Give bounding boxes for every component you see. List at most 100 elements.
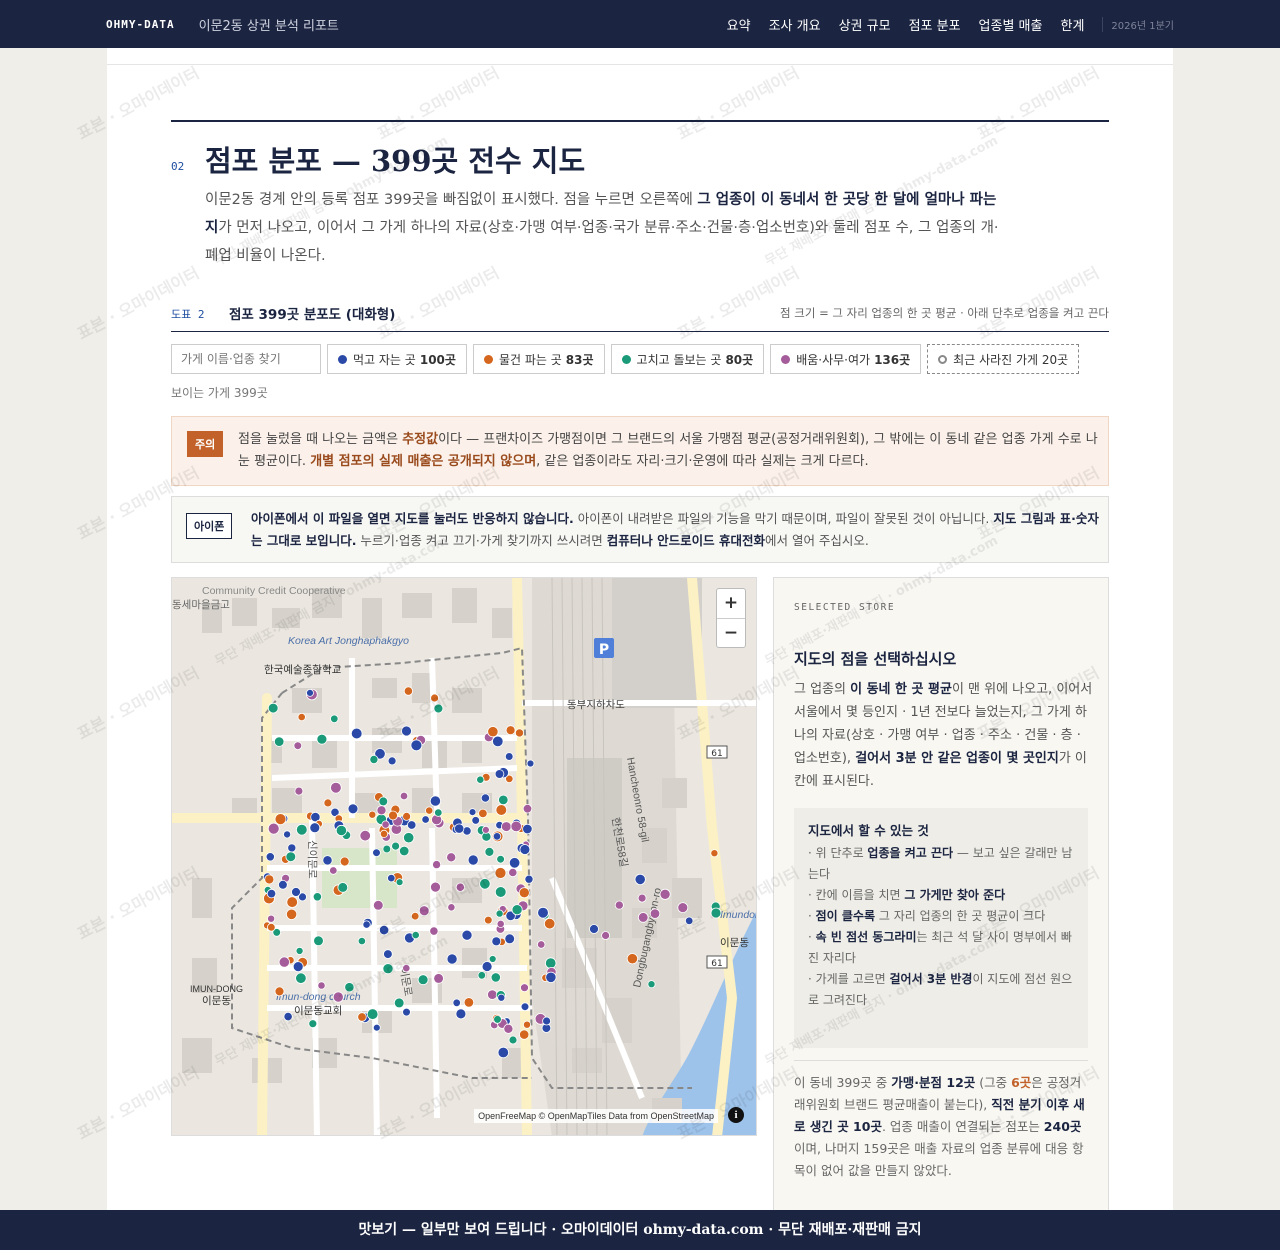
store-marker[interactable] xyxy=(398,845,410,857)
store-marker[interactable] xyxy=(519,1029,530,1040)
store-marker[interactable] xyxy=(468,808,477,817)
store-marker[interactable] xyxy=(519,844,531,855)
store-marker[interactable] xyxy=(406,820,417,830)
store-marker[interactable] xyxy=(403,832,415,844)
store-marker[interactable] xyxy=(402,811,412,821)
store-marker[interactable] xyxy=(285,851,297,863)
store-marker[interactable] xyxy=(393,997,405,1009)
store-marker[interactable] xyxy=(337,882,349,893)
store-marker[interactable] xyxy=(339,856,350,867)
store-marker[interactable] xyxy=(267,822,280,835)
store-marker[interactable] xyxy=(372,848,381,858)
store-marker[interactable] xyxy=(322,855,333,866)
store-marker[interactable] xyxy=(537,906,549,919)
nav-link-store-distribution[interactable]: 점포 분포 xyxy=(909,15,961,34)
store-marker[interactable] xyxy=(429,795,441,807)
store-marker[interactable] xyxy=(494,769,505,779)
store-marker[interactable] xyxy=(492,735,504,748)
store-marker[interactable] xyxy=(478,808,488,819)
filter-chip-repair-care[interactable]: 고치고 돌보는 곳 80곳 xyxy=(610,344,765,374)
store-marker[interactable] xyxy=(520,983,529,993)
info-icon[interactable]: i xyxy=(728,1107,744,1123)
store-marker[interactable] xyxy=(514,728,524,738)
store-marker[interactable] xyxy=(410,912,420,921)
store-marker[interactable] xyxy=(511,904,523,916)
store-marker[interactable] xyxy=(286,908,298,920)
nav-link-overview[interactable]: 조사 개요 xyxy=(769,15,821,34)
store-marker[interactable] xyxy=(430,881,441,893)
store-marker[interactable] xyxy=(505,725,516,736)
store-marker[interactable] xyxy=(381,820,390,829)
store-marker[interactable] xyxy=(295,972,307,984)
store-marker[interactable] xyxy=(491,936,502,947)
store-marker[interactable] xyxy=(463,997,475,1008)
store-marker[interactable] xyxy=(647,980,656,989)
store-marker[interactable] xyxy=(522,803,533,814)
store-marker[interactable] xyxy=(504,752,514,761)
store-marker[interactable] xyxy=(308,1019,318,1029)
store-marker[interactable] xyxy=(710,849,719,858)
store-marker[interactable] xyxy=(494,867,507,879)
store-search-input[interactable] xyxy=(171,344,321,374)
store-marker[interactable] xyxy=(484,846,495,857)
store-marker[interactable] xyxy=(378,796,389,807)
store-marker[interactable] xyxy=(283,1011,293,1022)
store-marker[interactable] xyxy=(292,961,304,973)
store-marker[interactable] xyxy=(293,741,303,751)
store-marker[interactable] xyxy=(446,953,458,965)
store-marker[interactable] xyxy=(508,867,518,878)
store-marker[interactable] xyxy=(368,810,377,819)
store-marker[interactable] xyxy=(266,888,277,899)
store-marker[interactable] xyxy=(446,852,457,863)
store-marker[interactable] xyxy=(461,929,473,941)
store-marker[interactable] xyxy=(294,786,304,796)
filter-chip-food-lodging[interactable]: 먹고 자는 곳 100곳 xyxy=(327,344,467,374)
store-marker[interactable] xyxy=(369,754,379,764)
store-marker[interactable] xyxy=(283,830,292,839)
store-marker[interactable] xyxy=(490,972,501,983)
zoom-in-button[interactable]: + xyxy=(717,589,745,618)
store-marker[interactable] xyxy=(520,1002,530,1012)
store-marker[interactable] xyxy=(306,689,314,697)
store-marker[interactable] xyxy=(496,854,505,864)
store-marker[interactable] xyxy=(637,912,649,923)
store-marker[interactable] xyxy=(481,961,493,972)
store-marker[interactable] xyxy=(524,874,534,884)
store-marker[interactable] xyxy=(467,854,479,866)
store-marker[interactable] xyxy=(500,821,512,832)
store-marker[interactable] xyxy=(522,1020,531,1029)
store-marker[interactable] xyxy=(495,804,508,816)
store-marker[interactable] xyxy=(295,946,304,955)
store-marker[interactable] xyxy=(316,733,328,745)
store-marker[interactable] xyxy=(399,791,409,801)
store-marker[interactable] xyxy=(518,887,530,899)
store-marker[interactable] xyxy=(685,916,694,925)
store-marker[interactable] xyxy=(447,903,456,912)
store-marker[interactable] xyxy=(421,815,430,824)
store-marker[interactable] xyxy=(433,973,444,984)
store-marker[interactable] xyxy=(483,915,493,925)
store-marker[interactable] xyxy=(481,825,490,834)
store-marker[interactable] xyxy=(476,775,485,784)
store-marker[interactable] xyxy=(357,936,366,946)
brand-logo[interactable]: OHMY-DATA xyxy=(106,18,175,31)
store-marker[interactable] xyxy=(330,781,342,794)
store-marker[interactable] xyxy=(366,1008,379,1020)
nav-link-limitations[interactable]: 한계 xyxy=(1060,15,1084,34)
store-marker[interactable] xyxy=(291,887,301,897)
store-marker[interactable] xyxy=(659,888,671,900)
store-marker[interactable] xyxy=(330,714,339,723)
store-marker[interactable] xyxy=(434,808,443,817)
store-marker[interactable] xyxy=(382,963,394,975)
store-marker[interactable] xyxy=(430,693,440,703)
store-marker[interactable] xyxy=(545,971,557,983)
store-marker[interactable] xyxy=(332,991,344,1003)
store-marker[interactable] xyxy=(710,907,722,919)
store-marker[interactable] xyxy=(267,922,276,932)
store-marker[interactable] xyxy=(497,993,506,1002)
store-marker[interactable] xyxy=(433,703,444,714)
store-marker[interactable] xyxy=(455,882,465,892)
store-marker[interactable] xyxy=(429,926,439,936)
store-marker[interactable] xyxy=(526,759,535,768)
store-marker[interactable] xyxy=(494,886,507,898)
